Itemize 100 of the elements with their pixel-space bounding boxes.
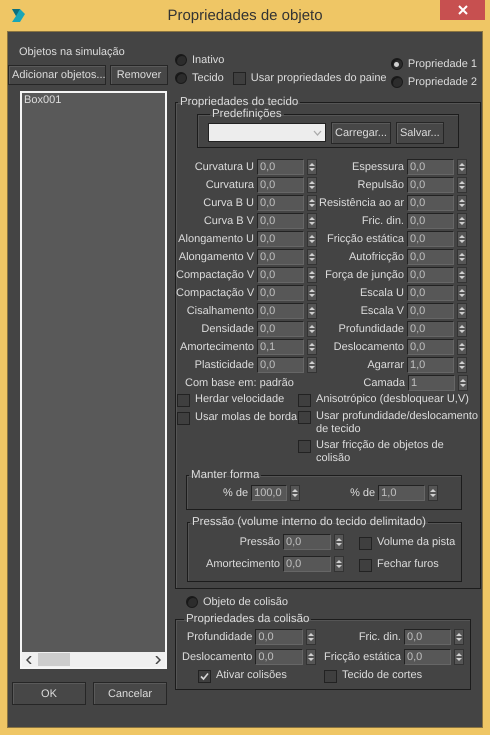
checkbox[interactable]: [298, 394, 311, 407]
number-field[interactable]: 0,0: [283, 534, 331, 550]
field-label: Fricção estática: [324, 651, 401, 663]
cancel-button[interactable]: Cancelar: [93, 682, 167, 705]
number-field[interactable]: 0,1: [257, 339, 304, 355]
number-field[interactable]: 0,0: [257, 195, 304, 211]
based-on-text: Com base em: padrão: [185, 377, 294, 389]
spinner-button[interactable]: [307, 231, 317, 247]
scrollbar-thumb[interactable]: [38, 653, 70, 666]
number-field[interactable]: 0,0: [407, 231, 454, 247]
spinner-button[interactable]: [457, 249, 467, 265]
checkbox[interactable]: [298, 411, 311, 424]
number-field[interactable]: 0,0: [257, 267, 304, 283]
number-field[interactable]: 0,0: [257, 303, 304, 319]
number-field[interactable]: 0,0: [255, 649, 304, 665]
number-field[interactable]: 0,0: [407, 267, 454, 283]
number-field[interactable]: 0,0: [407, 213, 454, 229]
spinner-button[interactable]: [457, 267, 467, 283]
number-field[interactable]: 0,0: [407, 177, 454, 193]
spinner-button[interactable]: [457, 303, 467, 319]
spinner-button[interactable]: [307, 303, 317, 319]
checkbox[interactable]: [232, 72, 246, 84]
number-field[interactable]: 1: [408, 375, 455, 391]
spinner-button[interactable]: [307, 159, 317, 175]
checkbox[interactable]: [359, 559, 372, 572]
spinner-button[interactable]: [306, 629, 316, 645]
spinner-button[interactable]: [457, 357, 467, 373]
spinner-button[interactable]: [458, 375, 468, 391]
spinner-button[interactable]: [307, 267, 317, 283]
checkbox[interactable]: [177, 394, 190, 407]
radio-button[interactable]: [186, 596, 198, 608]
spinner-button[interactable]: [428, 485, 438, 501]
spinner-button[interactable]: [307, 195, 317, 211]
number-field[interactable]: 0,0: [257, 159, 304, 175]
spinner-button[interactable]: [306, 649, 316, 665]
spinner-button[interactable]: [457, 177, 467, 193]
radio-button[interactable]: [175, 72, 187, 84]
horizontal-scrollbar[interactable]: [22, 652, 165, 667]
spinner-button[interactable]: [457, 213, 467, 229]
number-field[interactable]: 0,0: [283, 556, 331, 572]
number-field[interactable]: 0,0: [407, 285, 454, 301]
number-field[interactable]: 0,0: [404, 629, 451, 645]
spinner-button[interactable]: [290, 485, 300, 501]
number-field[interactable]: 100,0: [251, 485, 288, 501]
checkbox[interactable]: [298, 440, 311, 453]
number-field[interactable]: 0,0: [257, 177, 304, 193]
radio-label: Propriedade 2: [408, 76, 477, 88]
number-field[interactable]: 0,0: [407, 339, 454, 355]
load-button[interactable]: Carregar...: [331, 122, 391, 144]
number-field[interactable]: 0,0: [407, 321, 454, 337]
number-field[interactable]: 0,0: [257, 231, 304, 247]
field-label: Espessura: [351, 161, 404, 173]
number-field[interactable]: 0,0: [407, 159, 454, 175]
spinner-button[interactable]: [334, 556, 344, 572]
number-field[interactable]: 1,0: [407, 357, 454, 373]
number-field[interactable]: 0,0: [404, 649, 451, 665]
radio-button[interactable]: [390, 76, 403, 88]
number-field[interactable]: 0,0: [407, 195, 454, 211]
ok-button[interactable]: OK: [12, 682, 86, 705]
spinner-button[interactable]: [457, 321, 467, 337]
number-field[interactable]: 0,0: [257, 321, 304, 337]
number-field[interactable]: 0,0: [257, 213, 304, 229]
spinner-button[interactable]: [307, 177, 317, 193]
number-field[interactable]: 0,0: [407, 303, 454, 319]
add-objects-button[interactable]: Adicionar objetos...: [8, 65, 106, 85]
spinner-button[interactable]: [334, 534, 344, 550]
scroll-left-icon[interactable]: [26, 656, 32, 664]
spinner-button[interactable]: [307, 285, 317, 301]
spinner-button[interactable]: [457, 231, 467, 247]
spinner-button[interactable]: [307, 339, 317, 355]
spinner-button[interactable]: [457, 285, 467, 301]
spinner-button[interactable]: [307, 357, 317, 373]
radio-button[interactable]: [175, 54, 187, 66]
checkbox[interactable]: [324, 670, 337, 683]
preset-dropdown[interactable]: [208, 123, 326, 142]
checkbox[interactable]: [198, 670, 211, 683]
spinner-button[interactable]: [457, 159, 467, 175]
number-field[interactable]: 0,0: [257, 357, 304, 373]
number-field[interactable]: 0,0: [255, 629, 304, 645]
scroll-right-icon[interactable]: [155, 656, 161, 664]
number-field[interactable]: 0,0: [407, 249, 454, 265]
spinner-button[interactable]: [454, 649, 464, 665]
save-button[interactable]: Salvar...: [396, 122, 444, 144]
number-field[interactable]: 1,0: [378, 485, 426, 501]
field-label: Alongamento U: [177, 233, 254, 245]
spinner-button[interactable]: [457, 339, 467, 355]
number-field[interactable]: 0,0: [257, 285, 304, 301]
checkbox[interactable]: [177, 412, 190, 425]
number-field[interactable]: 0,0: [257, 249, 304, 265]
close-button[interactable]: [440, 0, 485, 20]
remove-button[interactable]: Remover: [110, 65, 168, 85]
spinner-button[interactable]: [307, 213, 317, 229]
spinner-button[interactable]: [454, 629, 464, 645]
radio-button[interactable]: [390, 58, 403, 70]
spinner-button[interactable]: [307, 321, 317, 337]
spinner-button[interactable]: [457, 195, 467, 211]
spinner-button[interactable]: [307, 249, 317, 265]
list-item[interactable]: Box001: [24, 94, 163, 106]
object-list[interactable]: Box001: [20, 91, 167, 669]
checkbox[interactable]: [359, 537, 372, 550]
